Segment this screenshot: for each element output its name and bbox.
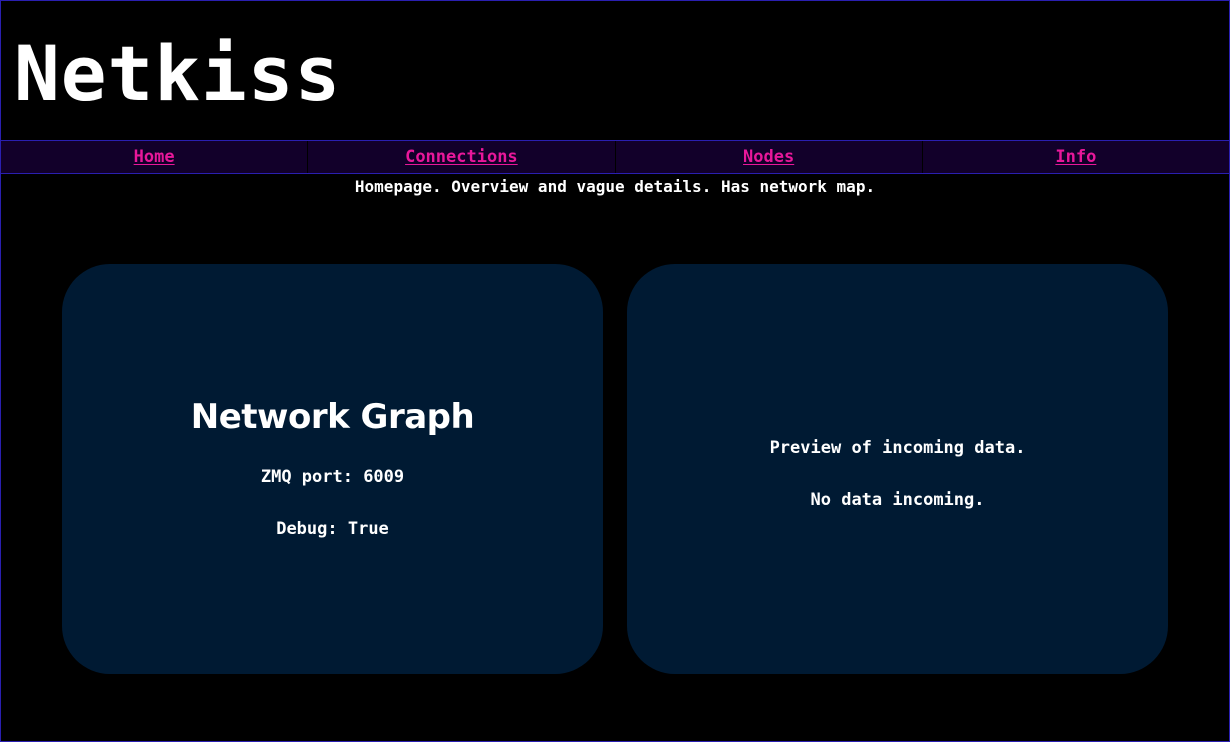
network-graph-title: Network Graph — [190, 397, 475, 437]
nav-item-info[interactable]: Info — [923, 141, 1229, 173]
nav-link-home[interactable]: Home — [134, 147, 175, 167]
page-description: Homepage. Overview and vague details. Ha… — [354, 177, 876, 196]
nav-item-nodes[interactable]: Nodes — [616, 141, 923, 173]
debug-status-text: Debug: True — [276, 519, 389, 539]
nav-item-connections[interactable]: Connections — [308, 141, 616, 173]
nav-item-home[interactable]: Home — [1, 141, 309, 173]
data-preview-card: Preview of incoming data. No data incomi… — [627, 264, 1168, 674]
site-title: Netkiss — [14, 29, 342, 118]
site-header: Netkiss — [1, 1, 1229, 140]
main-nav: Home Connections Nodes Info — [1, 140, 1229, 174]
nav-link-info[interactable]: Info — [1055, 147, 1096, 167]
preview-status: No data incoming. — [810, 490, 985, 510]
network-graph-card: Network Graph ZMQ port: 6009 Debug: True — [62, 264, 603, 674]
nav-link-nodes[interactable]: Nodes — [743, 147, 794, 167]
preview-heading: Preview of incoming data. — [769, 438, 1026, 458]
nav-link-connections[interactable]: Connections — [405, 147, 518, 167]
zmq-port-text: ZMQ port: 6009 — [260, 467, 405, 487]
